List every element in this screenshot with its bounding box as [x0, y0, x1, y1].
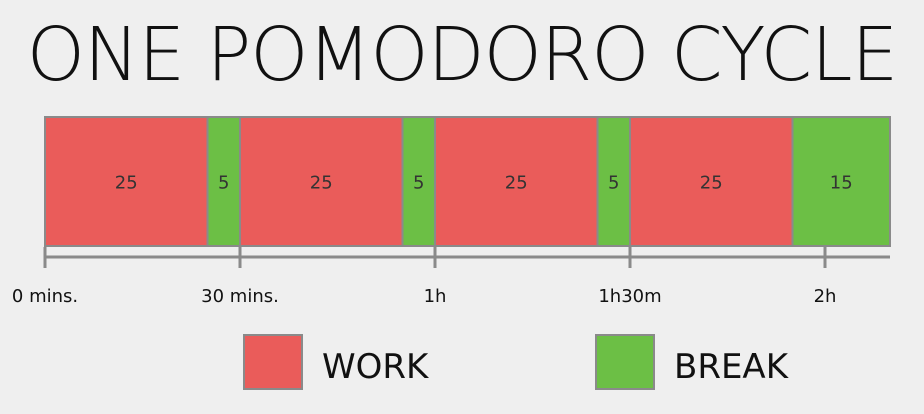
axis-tick-label: 2h [814, 286, 837, 307]
work-duration-label: 25 [505, 173, 528, 194]
work-duration-label: 25 [700, 173, 723, 194]
legend-work-swatch [243, 334, 303, 390]
break-duration-label: 5 [608, 173, 619, 194]
legend-break-swatch [595, 334, 655, 390]
break-duration-label: 5 [413, 173, 424, 194]
work-duration-label: 25 [310, 173, 333, 194]
axis-tick-label: 30 mins. [201, 286, 279, 307]
legend-work-label: WORK [322, 347, 429, 387]
legend-break-label: BREAK [674, 347, 788, 387]
break-duration-label: 5 [218, 173, 229, 194]
axis-tick-label: 1h [424, 286, 447, 307]
break-duration-label: 15 [830, 173, 853, 194]
axis-tick-label: 0 mins. [12, 286, 78, 307]
work-duration-label: 25 [115, 173, 138, 194]
axis-tick-label: 1h30m [598, 286, 661, 307]
